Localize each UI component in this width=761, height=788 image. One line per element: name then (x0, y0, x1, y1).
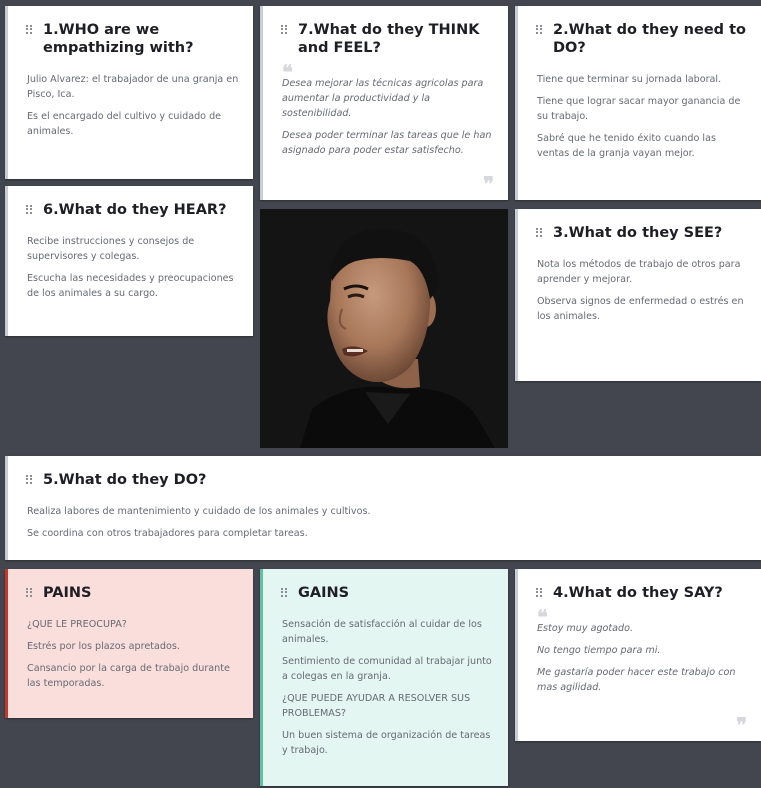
note-text: Tiene que terminar su jornada laboral. (537, 74, 722, 85)
note-text: Tiene que lograr sacar mayor ganancia de… (537, 96, 741, 122)
card-body: Recibe instrucciones y consejos de super… (27, 234, 239, 308)
note-text: Sentimiento de comunidad al trabajar jun… (282, 656, 492, 682)
card-body: Estoy muy agotado. No tengo tiempo para … (537, 621, 747, 702)
drag-handle-icon[interactable] (536, 228, 543, 237)
note-text: Recibe instrucciones y consejos de super… (27, 236, 195, 262)
card-think-feel[interactable]: 7.What do they THINK and FEEL? ❝ Desea m… (260, 6, 508, 200)
card-title: 4.What do they SAY? (536, 584, 747, 602)
card-body: Sensación de satisfacción al cuidar de l… (282, 617, 494, 765)
card-body: Julio Alvarez: el trabajador de una gran… (27, 72, 239, 146)
card-gains[interactable]: GAINS Sensación de satisfacción al cuida… (260, 569, 508, 786)
quote-close-icon: ❞ (483, 172, 494, 196)
card-title: 1.WHO are we empathizing with? (26, 21, 239, 57)
drag-handle-icon[interactable] (536, 588, 543, 597)
note-text: Estrés por los plazos apretados. (27, 641, 180, 652)
note-text: Realiza labores de mantenimiento y cuida… (27, 506, 371, 517)
note-text: Cansancio por la carga de trabajo durant… (27, 663, 230, 689)
note-text: Me gastaría poder hacer este trabajo con… (537, 667, 736, 693)
persona-portrait-image (260, 209, 508, 448)
note-text: Julio Alvarez: el trabajador de una gran… (27, 74, 239, 100)
card-title: 2.What do they need to DO? (536, 21, 747, 57)
card-body: Nota los métodos de trabajo de otros par… (537, 257, 747, 331)
card-title: 3.What do they SEE? (536, 224, 747, 242)
note-text: Sabré que he tenido éxito cuando las ven… (537, 133, 716, 159)
card-body: Desea mejorar las técnicas agricolas par… (282, 76, 494, 165)
card-need-to-do[interactable]: 2.What do they need to DO? Tiene que ter… (515, 6, 761, 200)
note-text: Escucha las necesidades y preocupaciones… (27, 273, 234, 299)
card-title: GAINS (281, 584, 494, 602)
drag-handle-icon[interactable] (281, 588, 288, 597)
note-text: Sensación de satisfacción al cuidar de l… (282, 619, 482, 645)
drag-handle-icon[interactable] (536, 25, 543, 34)
note-text: Desea poder terminar las tareas que le h… (282, 130, 492, 156)
card-title: 7.What do they THINK and FEEL? (281, 21, 494, 57)
drag-handle-icon[interactable] (26, 588, 33, 597)
note-text: No tengo tiempo para mi. (537, 645, 661, 656)
drag-handle-icon[interactable] (26, 205, 33, 214)
card-say[interactable]: 4.What do they SAY? ❝ Estoy muy agotado.… (515, 569, 761, 741)
card-title: PAINS (26, 584, 239, 602)
note-text: ¿QUE LE PREOCUPA? (27, 619, 127, 630)
drag-handle-icon[interactable] (26, 25, 33, 34)
note-text: Observa signos de enfermedad o estrés en… (537, 296, 744, 322)
card-pains[interactable]: PAINS ¿QUE LE PREOCUPA? Estrés por los p… (5, 569, 253, 718)
card-body: Realiza labores de mantenimiento y cuida… (27, 504, 747, 548)
persona-photo (260, 209, 508, 448)
note-text: Desea mejorar las técnicas agricolas par… (282, 78, 484, 119)
note-text: Estoy muy agotado. (537, 623, 634, 634)
card-see[interactable]: 3.What do they SEE? Nota los métodos de … (515, 209, 761, 381)
card-who[interactable]: 1.WHO are we empathizing with? Julio Alv… (5, 6, 253, 179)
card-hear[interactable]: 6.What do they HEAR? Recibe instruccione… (5, 186, 253, 336)
card-title: 6.What do they HEAR? (26, 201, 239, 219)
card-do[interactable]: 5.What do they DO? Realiza labores de ma… (5, 456, 761, 560)
card-title: 5.What do they DO? (26, 471, 747, 489)
drag-handle-icon[interactable] (26, 475, 33, 484)
note-text: ¿QUE PUEDE AYUDAR A RESOLVER SUS PROBLEM… (282, 693, 471, 719)
quote-close-icon: ❞ (736, 713, 747, 737)
note-text: Un buen sistema de organización de tarea… (282, 730, 491, 756)
drag-handle-icon[interactable] (281, 25, 288, 34)
card-body: Tiene que terminar su jornada laboral. T… (537, 72, 747, 168)
note-text: Nota los métodos de trabajo de otros par… (537, 259, 741, 285)
note-text: Se coordina con otros trabajadores para … (27, 528, 308, 539)
card-body: ¿QUE LE PREOCUPA? Estrés por los plazos … (27, 617, 239, 698)
note-text: Es el encargado del cultivo y cuidado de… (27, 111, 222, 137)
